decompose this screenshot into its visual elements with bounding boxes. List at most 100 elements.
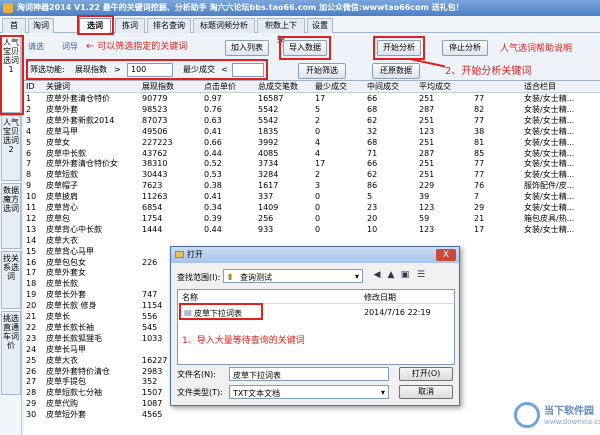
add-to-list-button[interactable]: 加入列表 [225, 40, 269, 56]
stop-analysis-button[interactable]: 停止分析 [442, 40, 488, 56]
table-row[interactable]: 13 皮草背心中长款 1444 0.44 933 0 10 123 17 女装/女士精... [24, 225, 600, 235]
row-mid-deals: 62 [367, 115, 378, 125]
back-icon[interactable]: ◀ [371, 270, 383, 281]
row-total-deals: 5542 [258, 115, 279, 125]
row-keyword: 皮草背心中长款 [46, 224, 102, 234]
menu-taoci[interactable]: 淘词 [28, 18, 54, 33]
row-min-deals: 17 [315, 159, 326, 169]
row-id: 9 [26, 181, 32, 191]
col-cpc[interactable]: 点击单价 [204, 81, 248, 92]
row-keyword: 皮草代购 [46, 399, 78, 409]
row-total-deals: 1835 [258, 126, 279, 136]
annotation-filter-text: 可以筛选指定的关键词 [97, 42, 188, 52]
sidebar-tab-popular-2[interactable]: 人气宝贝选词2 [1, 115, 21, 181]
row-id: 21 [26, 312, 37, 321]
row-keyword: 皮草短外套 [46, 410, 86, 420]
table-row[interactable]: 2 皮草外套 98523 0.76 5542 5 68 287 82 女装/女士精... [24, 105, 600, 115]
row-extra: 81 [474, 137, 485, 147]
run-filter-button[interactable]: 开始筛选 [298, 63, 346, 79]
menu-settings[interactable]: 设置 [307, 18, 333, 33]
cancel-button[interactable]: 取消 [399, 385, 453, 399]
new-folder-icon[interactable]: ▣ [399, 270, 411, 281]
filter-value-input[interactable]: 100 [127, 63, 173, 77]
row-keyword: 皮草马甲 [46, 126, 78, 136]
table-row[interactable]: 1 皮草外套清仓特价 90779 0.97 16587 17 66 251 77 女装/女士精..… [24, 94, 600, 104]
file-row[interactable]: ▤ 皮草下拉词表 2014/7/16 22:19 [182, 306, 452, 319]
col-impressions[interactable]: 展现指数 [142, 81, 186, 92]
col-id[interactable]: ID [26, 81, 44, 92]
col-name-header[interactable]: 名称 [182, 292, 198, 303]
menu-home[interactable]: 首页 [2, 18, 26, 44]
menu-shelf[interactable]: 积数上下架 [257, 18, 305, 44]
menu-title-freq[interactable]: 标题词频分析 [193, 18, 255, 33]
table-row[interactable]: 11 皮草背心 6854 0.34 1409 0 23 123 29 女装/女士精... [24, 203, 600, 213]
sidebar-tab-ztc-price[interactable]: 挑选直通车词价 [1, 311, 21, 395]
row-total-deals: 4085 [258, 148, 279, 158]
table-row[interactable]: 5 皮草女 227223 0.66 3992 4 68 251 81 女装/女士精... [24, 138, 600, 148]
open-button[interactable]: 打开(O) [399, 367, 453, 381]
row-keyword: 皮草长外套 [46, 290, 86, 300]
sidebar-tab-popular-1[interactable]: 人气宝贝选词1 [1, 35, 21, 113]
col-date-header[interactable]: 修改日期 [364, 292, 396, 303]
row-category: 女装/女士精... [524, 126, 575, 136]
watermark-url: www.downxia.com [544, 418, 600, 426]
view-menu-icon[interactable]: ☰ [415, 270, 427, 281]
table-row[interactable]: 8 皮草短款 30443 0.53 3284 2 62 251 77 女装/女士精... [24, 170, 600, 180]
row-id: 15 [26, 246, 37, 256]
row-min-deals: 17 [315, 94, 326, 103]
lookin-select[interactable]: ▮ 查询测试 ▾ [223, 269, 363, 283]
sidebar-tab-relations[interactable]: 找关系选词 [1, 251, 21, 309]
col-avg-deals[interactable]: 平均成交 [419, 81, 463, 92]
row-cpc: 0.44 [204, 148, 222, 158]
filter-label: 筛选功能: [30, 65, 65, 74]
dialog-close-button[interactable]: X [436, 249, 456, 261]
table-row[interactable]: 9 皮草帽子 7623 0.38 1617 3 86 229 76 服饰配件/皮... [24, 181, 600, 191]
filter-value2-input[interactable] [232, 63, 264, 77]
menu-xuanci[interactable]: 选词 [79, 18, 111, 34]
row-impressions: 98523 [142, 104, 168, 114]
table-row[interactable]: 6 皮草中长款 43762 0.44 4085 4 71 287 85 女装/女士精... [24, 149, 600, 159]
lookin-label: 查找范围(I): [177, 273, 221, 282]
row-keyword: 皮草短款七分袖 [46, 388, 102, 398]
row-impressions: 30443 [142, 170, 168, 180]
table-row[interactable]: 12 皮草包 1754 0.39 256 0 20 59 21 箱包皮具/热... [24, 214, 600, 224]
filename-input[interactable]: 皮草下拉词表 [229, 367, 389, 381]
table-row[interactable]: 14 皮草大衣 [24, 236, 600, 246]
row-category: 女装/女士精... [524, 148, 575, 158]
row-avg-deals: 59 [419, 213, 430, 223]
row-id: 25 [26, 355, 37, 365]
table-row[interactable]: 10 皮草披肩 11263 0.41 337 0 5 39 7 女装/女士精... [24, 192, 600, 202]
sidebar-tab-magic-cube[interactable]: 数据魔方选词 [1, 183, 21, 249]
row-category: 箱包皮具/热... [524, 213, 575, 223]
filename-label: 文件名(N): [177, 370, 216, 379]
col-keyword[interactable]: 关键词 [46, 81, 126, 92]
col-total-deals[interactable]: 总成交笔数 [258, 81, 308, 92]
row-extra: 77 [474, 94, 485, 103]
import-data-button[interactable]: 导入数据 [283, 40, 327, 56]
hint-left: 请选 [28, 42, 44, 51]
row-impressions: 38310 [142, 159, 168, 169]
row-mid-deals: 20 [367, 213, 378, 223]
row-category: 服饰配件/皮... [524, 181, 575, 191]
folder-icon [175, 251, 184, 258]
col-min-deals[interactable]: 最少成交 [315, 81, 359, 92]
row-avg-deals: 251 [419, 159, 435, 169]
row-total-deals: 3734 [258, 159, 279, 169]
menu-jianci[interactable]: 拣词 [115, 18, 145, 33]
up-folder-icon[interactable]: ▲ [385, 270, 397, 281]
restore-data-button[interactable]: 还原数据 [372, 63, 420, 79]
row-keyword: 皮草长款 [46, 279, 78, 289]
table-row[interactable]: 7 皮草外套清仓特价女 38310 0.52 3734 17 66 251 77 女装/女士精..… [24, 159, 600, 169]
filetype-select[interactable]: TXT文本文档 ▾ [229, 385, 389, 399]
row-id: 17 [26, 268, 37, 278]
row-extra: 77 [474, 115, 485, 125]
table-row[interactable]: 3 皮草外套新款2014 87073 0.63 5542 2 62 251 77 女装/女士精..… [24, 116, 600, 126]
row-total-deals: 1409 [258, 203, 279, 212]
table-row[interactable]: 4 皮草马甲 49506 0.41 1835 0 32 123 38 女装/女士精... [24, 127, 600, 137]
row-impressions: 4565 [142, 410, 163, 420]
menu-rank-query[interactable]: 排名查询 [147, 18, 191, 33]
col-category[interactable]: 适合栏目 [524, 81, 600, 92]
col-mid-deals[interactable]: 中间成交 [367, 81, 411, 92]
help-link[interactable]: 人气选词帮助说明 [500, 41, 572, 54]
start-analysis-button[interactable]: 开始分析 [377, 40, 421, 56]
